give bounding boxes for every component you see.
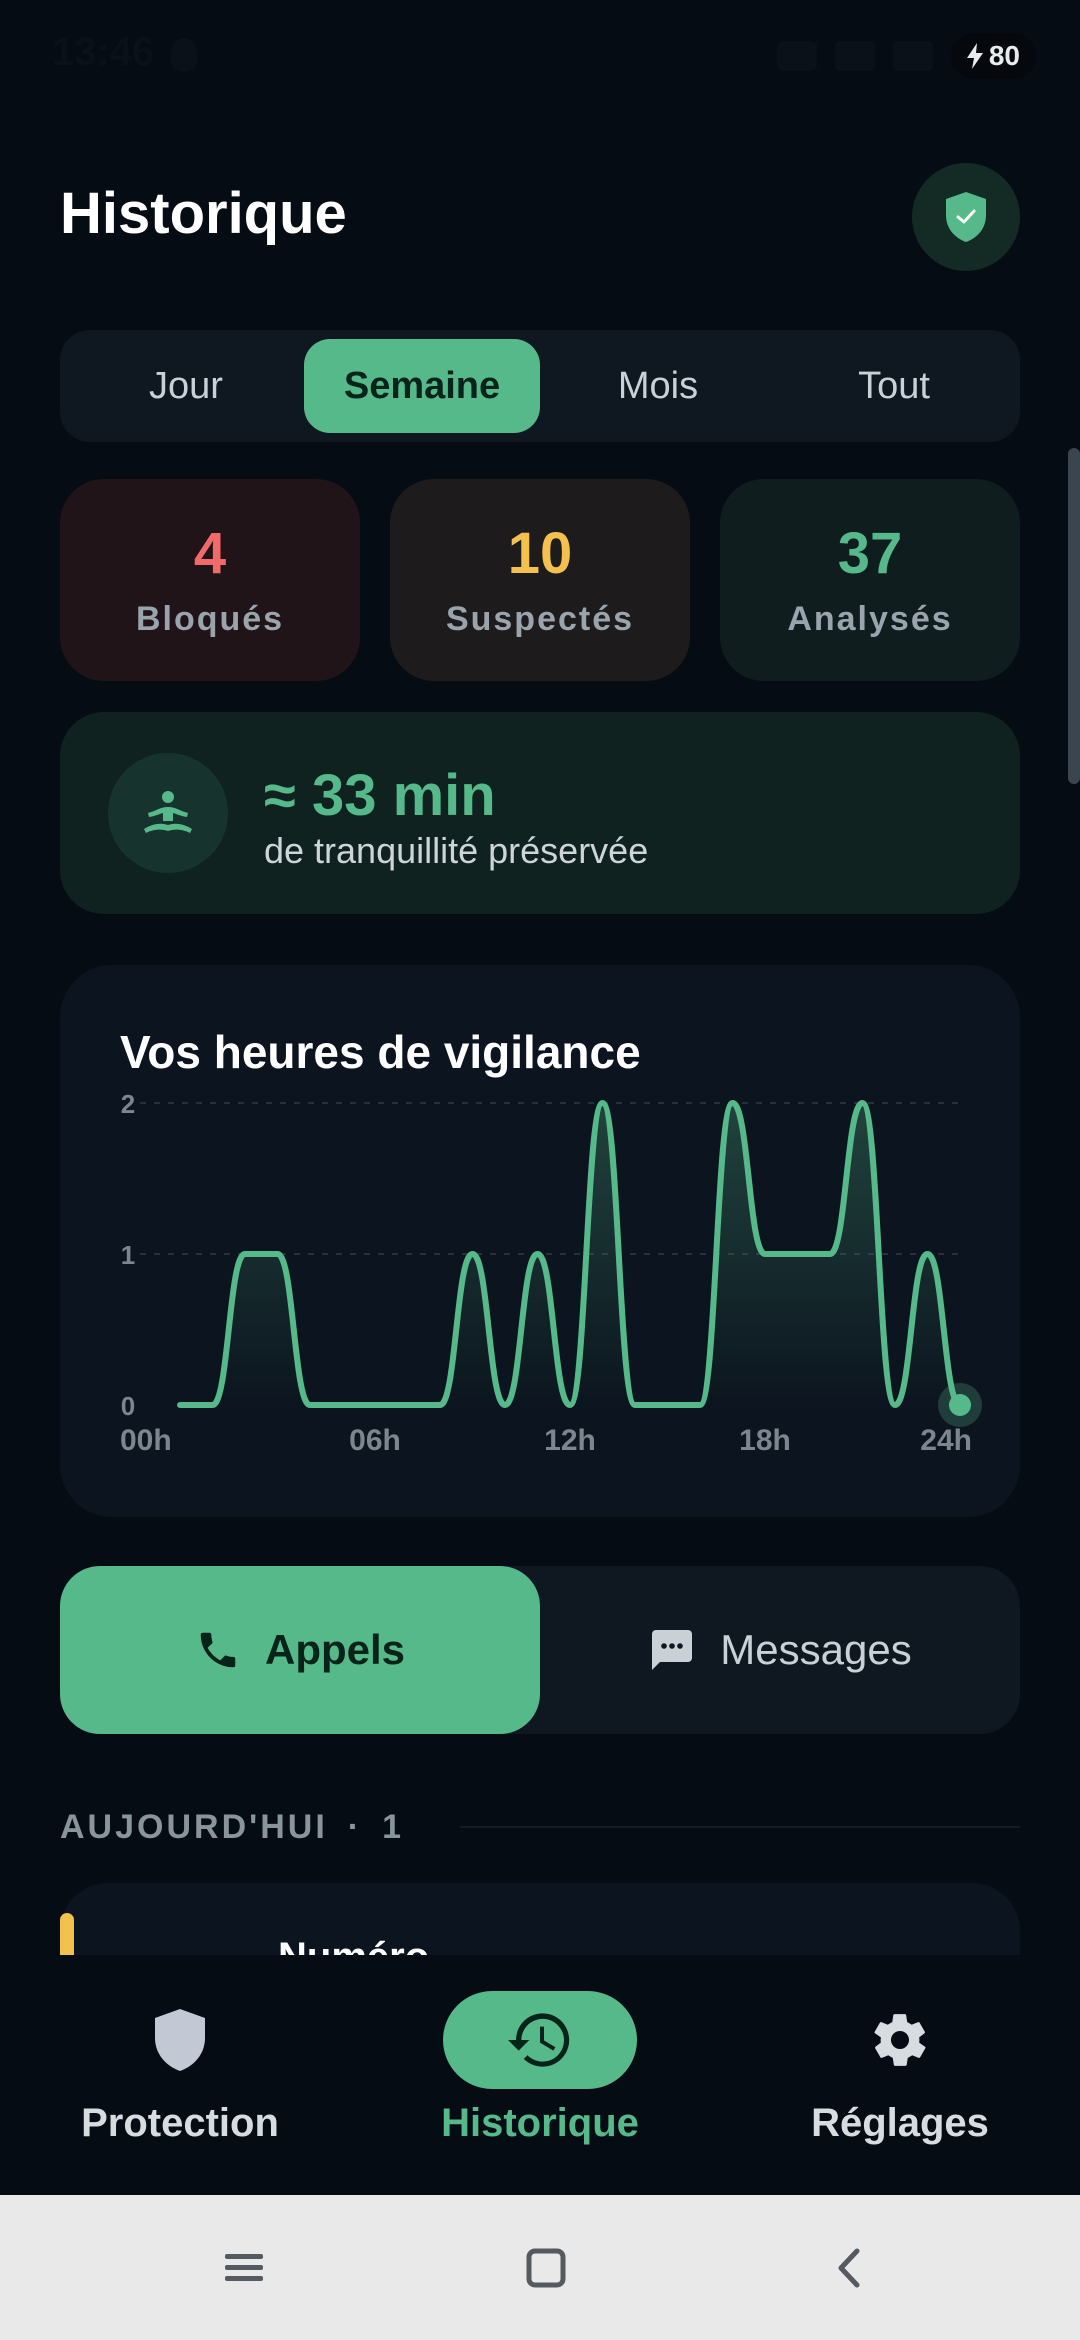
bottom-navigation: Protection Historique Réglages <box>0 1955 1080 2195</box>
location-icon <box>170 38 198 72</box>
shield-icon <box>155 2009 205 2071</box>
status-bar: 13:46 80 <box>0 0 1080 110</box>
home-button[interactable] <box>511 2233 581 2303</box>
section-separator: · <box>347 1808 363 1846</box>
system-navigation-bar <box>0 2195 1080 2340</box>
stat-value: 4 <box>193 520 227 586</box>
calls-button[interactable]: Appels <box>60 1566 540 1734</box>
charging-icon <box>966 43 983 69</box>
shield-check-icon <box>946 192 986 242</box>
tranquility-card: ≈ 33 min de tranquillité préservée <box>60 712 1020 914</box>
stat-value: 10 <box>507 520 573 586</box>
x-tick-label: 12h <box>544 1424 596 1457</box>
x-tick-label: 24h <box>920 1424 972 1457</box>
meditation-icon <box>108 753 228 873</box>
history-list: Numéro <box>60 1883 1020 1963</box>
battery-indicator: 80 <box>950 33 1036 79</box>
period-tabs: Jour Semaine Mois Tout <box>60 330 1020 442</box>
messages-button[interactable]: Messages <box>540 1566 1020 1734</box>
section-divider <box>460 1826 1020 1828</box>
x-tick-label: 00h <box>120 1424 172 1457</box>
screen: 13:46 80 Historique Jour Semaine Mois To… <box>0 0 1080 2340</box>
stat-value: 37 <box>837 520 903 586</box>
tranquility-value: ≈ 33 min <box>264 763 496 828</box>
back-button[interactable] <box>813 2233 883 2303</box>
tranquility-label: de tranquillité préservée <box>264 830 649 871</box>
protection-status-badge[interactable] <box>912 163 1020 271</box>
menu-icon <box>225 2254 263 2281</box>
vigilance-chart: 0 1 2 00h 06h 12h 18h 24h <box>120 1089 982 1457</box>
recent-apps-button[interactable] <box>209 2233 279 2303</box>
stat-card-blocked[interactable]: 4 Bloqués <box>60 479 360 681</box>
gear-icon <box>874 2014 926 2066</box>
hotspot-icon <box>776 41 817 71</box>
nav-pill <box>803 1991 997 2089</box>
stat-card-analyzed[interactable]: 37 Analysés <box>720 479 1020 681</box>
nav-reglages[interactable]: Réglages <box>720 1955 1080 2195</box>
tab-mois[interactable]: Mois <box>540 339 776 433</box>
nav-label: Protection <box>81 2101 279 2145</box>
message-icon <box>652 1630 693 1670</box>
vigilance-chart-card: Vos heures de vigilance 0 1 2 00h 06h 12h 18h 2… <box>60 965 1020 1517</box>
y-tick-label: 2 <box>121 1089 135 1119</box>
nav-label: Historique <box>441 2101 639 2145</box>
status-icons: 80 <box>776 30 1036 82</box>
tab-tout[interactable]: Tout <box>776 339 1012 433</box>
section-header-today: AUJOURD'HUI · 1 <box>60 1808 404 1847</box>
tab-semaine[interactable]: Semaine <box>304 339 540 433</box>
wifi-icon <box>834 41 875 71</box>
nav-pill <box>83 1991 277 2089</box>
section-title: AUJOURD'HUI <box>60 1808 328 1846</box>
history-icon <box>508 2013 570 2067</box>
phone-icon <box>200 1632 236 1668</box>
home-square-icon <box>526 2248 566 2288</box>
x-tick-label: 06h <box>349 1424 401 1457</box>
stat-label: Analysés <box>787 599 953 638</box>
nav-pill <box>443 1991 637 2089</box>
stat-card-suspected[interactable]: 10 Suspectés <box>390 479 690 681</box>
section-count: 1 <box>382 1808 405 1846</box>
stat-label: Bloqués <box>135 599 285 638</box>
nav-label: Réglages <box>811 2101 989 2145</box>
tab-jour[interactable]: Jour <box>68 339 304 433</box>
nav-protection[interactable]: Protection <box>0 1955 360 2195</box>
list-item[interactable]: Numéro <box>60 1883 1020 1963</box>
nav-historique[interactable]: Historique <box>360 1955 720 2195</box>
y-tick-label: 1 <box>121 1240 135 1270</box>
channel-toggle: Appels Messages <box>60 1566 1020 1734</box>
y-tick-label: 0 <box>121 1391 135 1421</box>
calls-label: Appels <box>264 1626 406 1673</box>
chevron-left-icon <box>838 2248 860 2288</box>
messages-label: Messages <box>720 1626 912 1673</box>
end-marker <box>949 1394 971 1416</box>
battery-level: 80 <box>988 40 1020 71</box>
signal-icon <box>892 41 933 71</box>
stat-label: Suspectés <box>445 599 635 638</box>
x-tick-label: 18h <box>739 1424 791 1457</box>
status-time: 13:46 <box>52 30 155 74</box>
page-title: Historique <box>60 181 347 246</box>
scrollbar[interactable] <box>1068 448 1080 784</box>
